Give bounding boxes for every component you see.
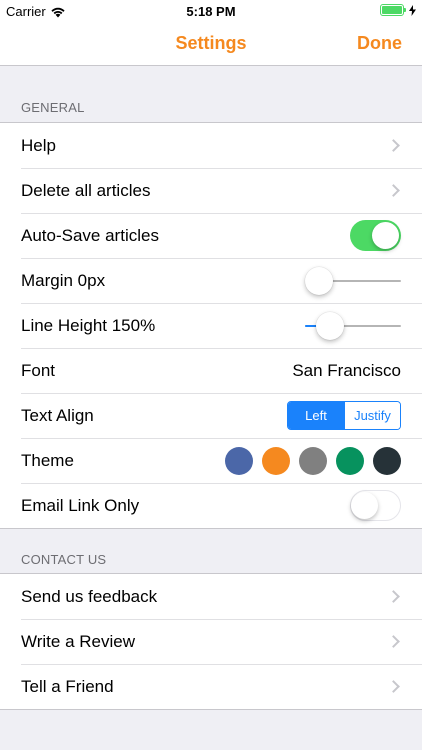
general-group: Help Delete all articles Auto-Save artic… [0, 122, 422, 529]
theme-swatch-green[interactable] [336, 446, 364, 475]
chevron-right-icon [387, 184, 400, 197]
chevron-right-icon [387, 590, 400, 603]
send-feedback-label: Send us feedback [21, 586, 158, 606]
status-bar: Carrier 5:18 PM [0, 0, 422, 22]
charging-bolt-icon [409, 4, 416, 16]
send-feedback-row[interactable]: Send us feedback [0, 574, 422, 619]
line-height-slider[interactable] [305, 311, 401, 341]
segment-left[interactable]: Left [288, 402, 344, 429]
theme-swatch-dark[interactable] [373, 446, 401, 475]
status-right [380, 4, 416, 16]
font-row[interactable]: Font San Francisco [0, 348, 422, 393]
slider-thumb[interactable] [315, 311, 344, 340]
line-height-row: Line Height 150% [0, 303, 422, 348]
tell-friend-label: Tell a Friend [21, 676, 114, 696]
done-button[interactable]: Done [357, 33, 402, 54]
battery-icon [380, 4, 406, 16]
help-row[interactable]: Help [0, 123, 422, 168]
margin-slider[interactable] [305, 266, 401, 296]
text-align-row: Text Align Left Justify [0, 393, 422, 438]
margin-row: Margin 0px [0, 258, 422, 303]
auto-save-toggle[interactable] [350, 220, 401, 251]
line-height-label: Line Height 150% [21, 315, 156, 335]
theme-swatches [225, 446, 401, 475]
chevron-right-icon [387, 635, 400, 648]
delete-all-articles-label: Delete all articles [21, 180, 151, 200]
theme-swatch-orange[interactable] [262, 446, 290, 475]
section-header-contact: CONTACT US [21, 552, 107, 567]
auto-save-row: Auto-Save articles [0, 213, 422, 258]
write-review-row[interactable]: Write a Review [0, 619, 422, 664]
write-review-label: Write a Review [21, 631, 135, 651]
text-align-label: Text Align [21, 405, 94, 425]
nav-bar: Settings Done [0, 22, 422, 66]
email-link-label: Email Link Only [21, 495, 140, 515]
delete-all-articles-row[interactable]: Delete all articles [0, 168, 422, 213]
theme-swatch-blue[interactable] [225, 446, 253, 475]
contact-group: Send us feedback Write a Review Tell a F… [0, 573, 422, 710]
auto-save-label: Auto-Save articles [21, 225, 159, 245]
chevron-right-icon [387, 139, 400, 152]
chevron-right-icon [387, 680, 400, 693]
section-header-general: GENERAL [21, 100, 85, 115]
help-label: Help [21, 135, 56, 155]
email-link-row: Email Link Only [0, 483, 422, 528]
tell-friend-row[interactable]: Tell a Friend [0, 664, 422, 709]
font-label: Font [21, 360, 56, 380]
font-value: San Francisco [292, 360, 401, 380]
theme-row: Theme [0, 438, 422, 483]
status-time: 5:18 PM [186, 4, 236, 19]
text-align-segmented-control: Left Justify [287, 401, 401, 430]
segment-justify[interactable]: Justify [344, 402, 400, 429]
margin-label: Margin 0px [21, 270, 106, 290]
slider-thumb[interactable] [305, 266, 333, 295]
email-link-toggle[interactable] [350, 490, 401, 521]
theme-label: Theme [21, 450, 74, 470]
theme-swatch-gray[interactable] [299, 446, 327, 475]
